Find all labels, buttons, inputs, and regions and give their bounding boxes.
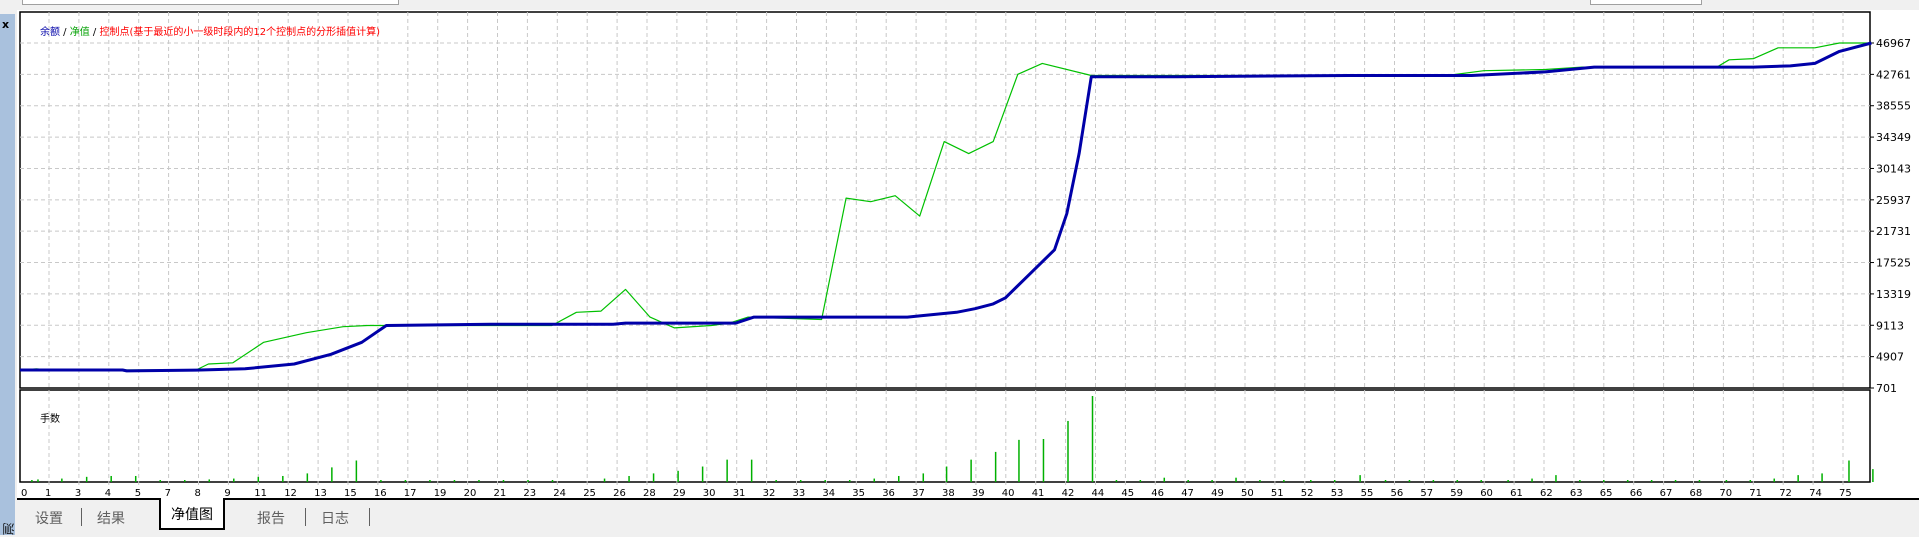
chart-legend: 余额 / 净值 / 控制点(基于最近的小一级时段内的12个控制点的分形插值计算) — [40, 23, 380, 38]
y-tick-label: 21731 — [1876, 225, 1911, 238]
x-tick-label: 21 — [494, 488, 507, 498]
x-tick-label: 12 — [284, 488, 297, 498]
tab-divider — [369, 508, 370, 526]
x-tick-label: 25 — [583, 488, 596, 498]
legend-equity: 净值 — [69, 27, 90, 38]
x-tick-label: 50 — [1241, 488, 1254, 498]
close-icon[interactable]: x — [2, 18, 9, 31]
tab-journal[interactable]: 日志 — [311, 504, 359, 532]
x-tick-label: 35 — [852, 488, 865, 498]
volume-pane-label: 手数 — [40, 414, 60, 425]
x-tick-label: 71 — [1749, 488, 1762, 498]
x-tick-label: 38 — [942, 488, 955, 498]
x-tick-label: 60 — [1480, 488, 1493, 498]
x-tick-label: 36 — [882, 488, 895, 498]
x-tick-label: 49 — [1211, 488, 1224, 498]
x-tick-label: 9 — [224, 488, 230, 498]
x-tick-label: 30 — [703, 488, 716, 498]
x-tick-label: 61 — [1510, 488, 1523, 498]
x-tick-label: 65 — [1600, 488, 1613, 498]
x-tick-label: 52 — [1301, 488, 1314, 498]
x-tick-label: 31 — [733, 488, 746, 498]
x-tick-label: 3 — [75, 488, 81, 498]
x-tick-label: 33 — [793, 488, 806, 498]
x-tick-label: 67 — [1660, 488, 1673, 498]
y-tick-label: 46967 — [1876, 37, 1911, 50]
x-tick-label: 15 — [344, 488, 357, 498]
y-tick-label: 38555 — [1876, 100, 1911, 113]
tab-report[interactable]: 报告 — [247, 504, 295, 532]
x-tick-label: 16 — [374, 488, 387, 498]
x-tick-label: 59 — [1450, 488, 1463, 498]
x-tick-label: 28 — [643, 488, 656, 498]
x-tick-label: 51 — [1271, 488, 1284, 498]
chart-svg: 4696742761385553434930143259372173117525… — [19, 11, 1911, 498]
x-tick-label: 68 — [1690, 488, 1703, 498]
x-tick-label: 45 — [1121, 488, 1134, 498]
x-tick-label: 19 — [434, 488, 447, 498]
tab-divider — [305, 508, 306, 526]
x-tick-label: 8 — [195, 488, 201, 498]
equity-chart: 46967 42761 38555 34349 30143 25937 21731 17525… — [17, 10, 1919, 498]
x-tick-label: 72 — [1779, 488, 1792, 498]
x-tick-label: 24 — [553, 488, 566, 498]
y-tick-label: 4907 — [1876, 351, 1904, 364]
tab-equity-chart[interactable]: 净值图 — [159, 498, 225, 530]
x-tick-label: 4 — [105, 488, 111, 498]
top-input-box[interactable] — [22, 0, 399, 5]
x-tick-label: 26 — [613, 488, 626, 498]
x-tick-label: 62 — [1540, 488, 1553, 498]
tab-settings[interactable]: 设置 — [25, 504, 73, 532]
x-tick-label: 42 — [1062, 488, 1075, 498]
legend-separator: / — [60, 27, 70, 38]
x-tick-label: 37 — [912, 488, 925, 498]
x-tick-label: 20 — [464, 488, 477, 498]
y-tick-label: 17525 — [1876, 257, 1911, 270]
x-tick-label: 32 — [763, 488, 776, 498]
x-tick-label: 23 — [523, 488, 536, 498]
x-tick-label: 55 — [1361, 488, 1374, 498]
x-tick-label: 75 — [1839, 488, 1852, 498]
x-tick-label: 66 — [1630, 488, 1643, 498]
top-right-box[interactable] — [1590, 0, 1702, 5]
tab-divider — [81, 508, 82, 526]
x-tick-label: 1 — [45, 488, 51, 498]
tester-tabs: 设置 结果 净值图 报告 日志 — [17, 498, 1919, 537]
tab-results[interactable]: 结果 — [87, 504, 135, 532]
x-tick-label: 34 — [822, 488, 835, 498]
top-strip — [0, 0, 1919, 10]
panel-label: 测试 — [2, 523, 33, 535]
x-tick-label: 74 — [1809, 488, 1822, 498]
x-tick-label: 40 — [1002, 488, 1015, 498]
x-tick-label: 39 — [972, 488, 985, 498]
y-tick-label: 701 — [1876, 382, 1897, 395]
x-tick-label: 53 — [1331, 488, 1344, 498]
x-tick-label: 29 — [673, 488, 686, 498]
x-tick-label: 70 — [1719, 488, 1732, 498]
tester-side-panel: x 测试 — [0, 14, 33, 535]
legend-separator: / — [89, 27, 100, 38]
x-tick-label: 57 — [1420, 488, 1433, 498]
x-tick-label: 0 — [21, 488, 27, 498]
x-tick-label: 5 — [135, 488, 141, 498]
legend-balance: 余额 — [40, 27, 60, 38]
x-tick-label: 13 — [314, 488, 327, 498]
x-tick-label: 17 — [404, 488, 417, 498]
y-tick-label: 25937 — [1876, 194, 1911, 207]
volume-pane-frame — [19, 389, 1871, 483]
x-tick-label: 47 — [1181, 488, 1194, 498]
y-tick-label: 9113 — [1876, 319, 1904, 332]
x-tick-label: 44 — [1092, 488, 1105, 498]
x-tick-label: 46 — [1151, 488, 1164, 498]
legend-control-points: 控制点(基于最近的小一级时段内的12个控制点的分形插值计算) — [99, 27, 380, 38]
y-tick-label: 34349 — [1876, 131, 1911, 144]
x-tick-label: 41 — [1032, 488, 1045, 498]
x-tick-label: 56 — [1391, 488, 1404, 498]
x-tick-label: 7 — [165, 488, 171, 498]
y-tick-label: 42761 — [1876, 68, 1911, 81]
y-tick-label: 30143 — [1876, 162, 1911, 175]
x-tick-label: 63 — [1570, 488, 1583, 498]
y-tick-label: 13319 — [1876, 288, 1911, 301]
x-tick-label: 11 — [254, 488, 267, 498]
